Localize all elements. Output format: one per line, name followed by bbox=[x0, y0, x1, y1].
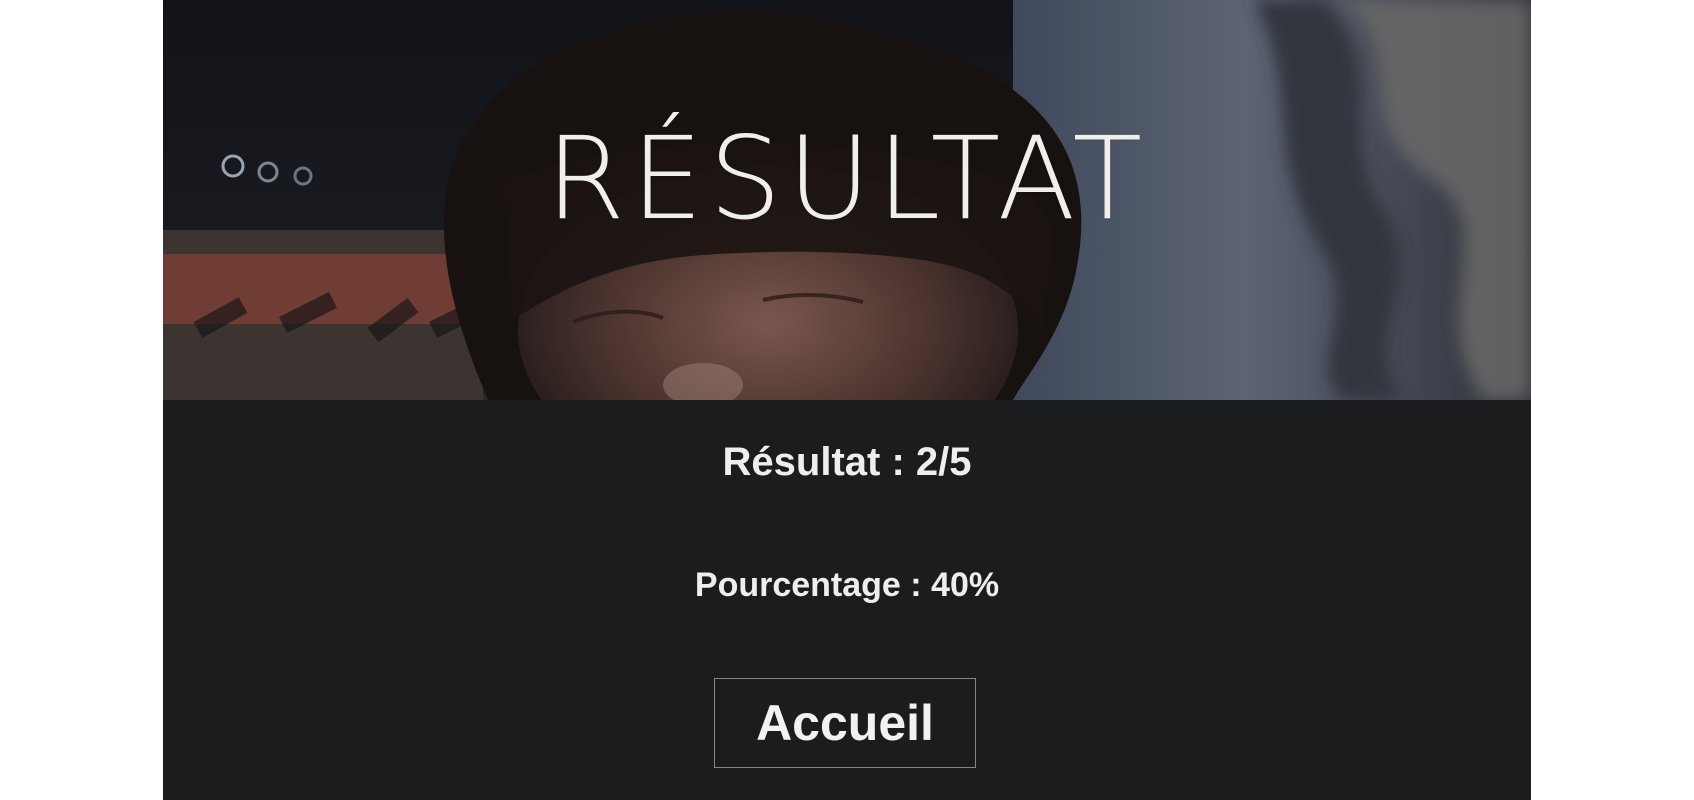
result-page: RÉSULTAT Résultat : 2/5 Pourcentage : 40… bbox=[163, 0, 1531, 800]
result-hero: RÉSULTAT bbox=[163, 0, 1531, 400]
page-title: RÉSULTAT bbox=[545, 112, 1149, 245]
result-summary: Résultat : 2/5 Pourcentage : 40% Accueil bbox=[163, 400, 1531, 800]
home-button[interactable]: Accueil bbox=[714, 678, 976, 768]
score-text: Résultat : 2/5 bbox=[722, 440, 972, 484]
percentage-text: Pourcentage : 40% bbox=[694, 566, 1000, 604]
